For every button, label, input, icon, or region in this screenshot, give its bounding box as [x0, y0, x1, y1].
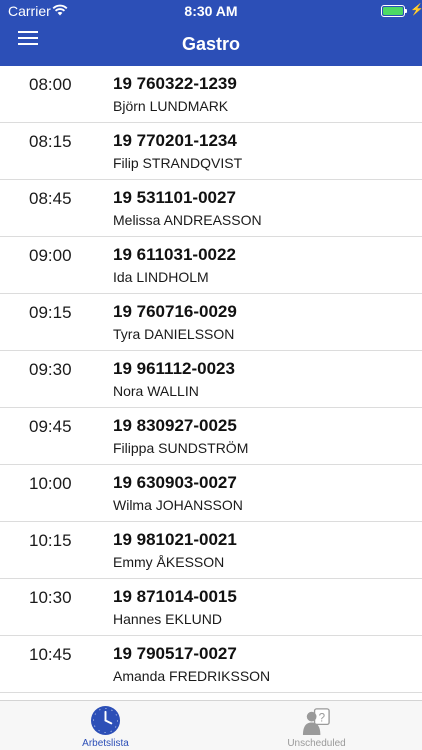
appointment-time: 08:00	[29, 75, 72, 94]
appointment-time: 09:15	[29, 303, 72, 322]
appointment-row[interactable]: 09:00 19 611031-0022 Ida LINDHOLM	[0, 237, 422, 294]
tab-arbetslista[interactable]: Arbetslista	[0, 701, 211, 750]
appointment-row[interactable]: 09:15 19 760716-0029 Tyra DANIELSSON	[0, 294, 422, 351]
patient-id: 19 611031-0022	[113, 245, 236, 264]
patient-name: Ida LINDHOLM	[113, 269, 209, 285]
appointment-row[interactable]: 10:15 19 981021-0021 Emmy ÅKESSON	[0, 522, 422, 579]
patient-id: 19 790517-0027	[113, 644, 237, 663]
tab-bar: Arbetslista ? Unscheduled	[0, 700, 422, 750]
patient-name: Wilma JOHANSSON	[113, 497, 243, 513]
patient-name: Tyra DANIELSSON	[113, 326, 235, 342]
appointment-time: 10:45	[29, 645, 72, 664]
patient-name: Filippa SUNDSTRÖM	[113, 440, 249, 456]
patient-name: Filip STRANDQVIST	[113, 155, 243, 171]
patient-id: 19 531101-0027	[113, 188, 236, 207]
appointment-time: 10:00	[29, 474, 72, 493]
appointment-time: 09:00	[29, 246, 72, 265]
clock-icon	[90, 705, 121, 736]
person-question-icon: ?	[302, 708, 330, 736]
appointment-row[interactable]: 10:30 19 871014-0015 Hannes EKLUND	[0, 579, 422, 636]
appointment-time: 09:30	[29, 360, 72, 379]
appointment-row[interactable]: 08:15 19 770201-1234 Filip STRANDQVIST	[0, 123, 422, 180]
appointment-row[interactable]: 09:45 19 830927-0025 Filippa SUNDSTRÖM	[0, 408, 422, 465]
appointment-row[interactable]: 08:00 19 760322-1239 Björn LUNDMARK	[0, 66, 422, 123]
patient-id: 19 770201-1234	[113, 131, 237, 150]
patient-name: Nora WALLIN	[113, 383, 199, 399]
appointment-time: 08:45	[29, 189, 72, 208]
page-title: Gastro	[181, 34, 241, 54]
tab-unscheduled[interactable]: ? Unscheduled	[211, 701, 422, 750]
appointment-time: 10:30	[29, 588, 72, 607]
patient-id: 19 981021-0021	[113, 530, 237, 549]
appointment-row[interactable]: 09:30 19 961112-0023 Nora WALLIN	[0, 351, 422, 408]
patient-id: 19 760322-1239	[113, 74, 237, 93]
patient-id: 19 871014-0015	[113, 587, 237, 606]
patient-id: 19 630903-0027	[113, 473, 237, 492]
patient-name: Hannes EKLUND	[113, 611, 222, 627]
battery-nub	[405, 9, 407, 13]
appointment-time: 08:15	[29, 132, 72, 151]
appointment-time: 09:45	[29, 417, 72, 436]
charging-bolt-icon: ⚡	[410, 4, 422, 16]
patient-id: 19 760716-0029	[113, 302, 237, 321]
patient-name: Björn LUNDMARK	[113, 98, 229, 114]
patient-id: 19 830927-0025	[113, 416, 237, 435]
appointment-time: 10:15	[29, 531, 72, 550]
status-bar: Carrier 8:30 AM ⚡	[0, 0, 422, 22]
patient-name: Melissa ANDREASSON	[113, 212, 262, 228]
appointment-list[interactable]: 08:00 19 760322-1239 Björn LUNDMARK 08:15 19…	[0, 66, 422, 700]
svg-text:?: ?	[319, 711, 326, 724]
patient-name: Emmy ÅKESSON	[113, 554, 225, 570]
appointment-row[interactable]: 10:45 19 790517-0027 Amanda FREDRIKSSON	[0, 636, 422, 693]
appointment-row[interactable]: 08:45 19 531101-0027 Melissa ANDREASSON	[0, 180, 422, 237]
tab-label-unscheduled: Unscheduled	[287, 738, 346, 749]
clock-time: 8:30 AM	[184, 3, 238, 19]
patient-name: Amanda FREDRIKSSON	[113, 668, 271, 684]
appointment-row[interactable]: 10:00 19 630903-0027 Wilma JOHANSSON	[0, 465, 422, 522]
patient-id: 19 961112-0023	[113, 359, 235, 378]
battery-icon	[381, 5, 405, 17]
tab-label-arbetslista: Arbetslista	[82, 738, 129, 749]
app-header: Carrier 8:30 AM ⚡ Gastro	[0, 0, 422, 66]
